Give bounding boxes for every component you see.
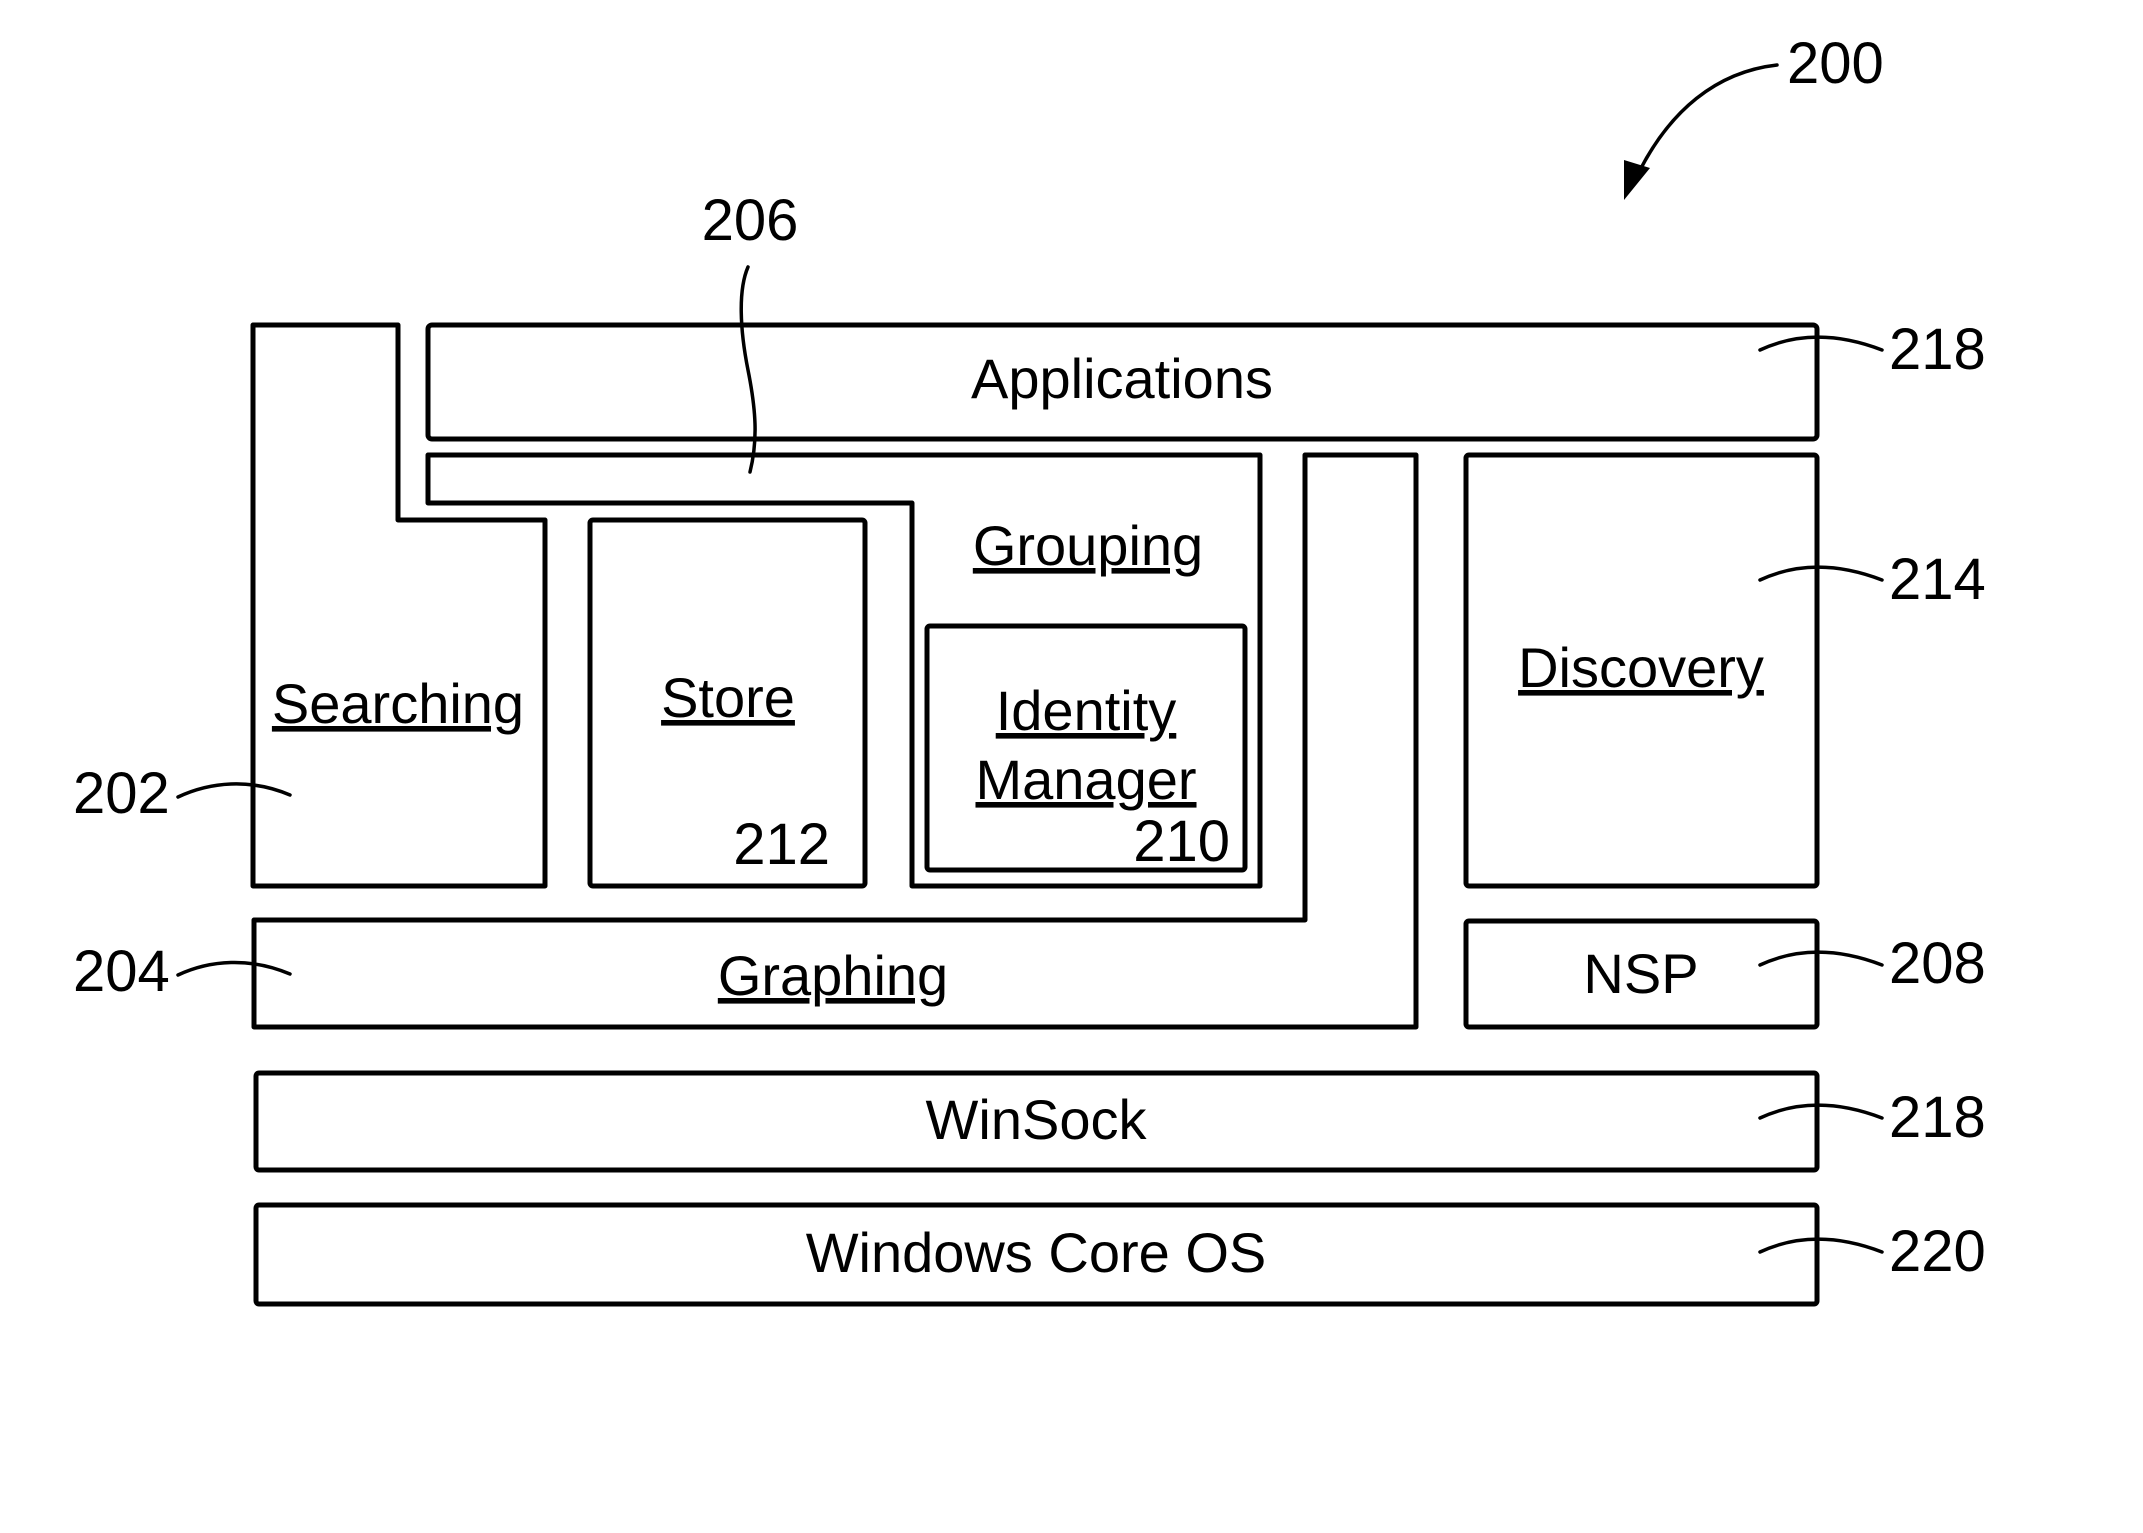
arrowhead-icon bbox=[1624, 160, 1650, 200]
winsock-label: WinSock bbox=[926, 1088, 1148, 1151]
identity-manager-component[interactable]: Identity Manager 210 bbox=[924, 623, 1248, 874]
discovery-component[interactable]: Discovery 214 bbox=[1463, 452, 1986, 889]
identity-manager-label-line1: Identity bbox=[996, 679, 1177, 742]
nsp-ref: 208 bbox=[1889, 931, 1986, 996]
applications-leader-line bbox=[1758, 335, 1884, 352]
nsp-leader-line bbox=[1758, 950, 1884, 967]
grouping-bar-ref: 206 bbox=[702, 188, 799, 253]
nsp-component[interactable]: NSP 208 bbox=[1463, 918, 1986, 1030]
graphing-component[interactable]: Graphing 204 bbox=[73, 452, 1419, 1030]
windows-core-os-layer[interactable]: Windows Core OS 220 bbox=[253, 1202, 1986, 1307]
discovery-ref: 214 bbox=[1889, 547, 1986, 612]
windows-core-os-ref: 220 bbox=[1889, 1219, 1986, 1284]
windows-core-os-leader-line bbox=[1758, 1237, 1884, 1254]
architecture-diagram: 200 Applications 218 Searching 202 Group… bbox=[73, 31, 1986, 1307]
figure-arrow-icon bbox=[1638, 63, 1779, 172]
discovery-leader-line bbox=[1758, 565, 1884, 582]
store-component[interactable]: Store 212 bbox=[587, 517, 868, 889]
nsp-label: NSP bbox=[1583, 942, 1698, 1005]
store-label: Store bbox=[661, 666, 795, 729]
winsock-leader-line bbox=[1758, 1103, 1884, 1120]
graphing-label: Graphing bbox=[718, 944, 948, 1007]
identity-manager-ref: 210 bbox=[1133, 809, 1230, 874]
store-ref: 212 bbox=[733, 812, 830, 877]
searching-ref: 202 bbox=[73, 761, 170, 826]
applications-ref: 218 bbox=[1889, 317, 1986, 382]
searching-component[interactable]: Searching 202 bbox=[73, 322, 548, 889]
searching-label: Searching bbox=[272, 672, 524, 735]
figure-ref-label: 200 bbox=[1787, 31, 1884, 96]
graphing-leader-line bbox=[176, 960, 292, 977]
grouping-label: Grouping bbox=[973, 514, 1203, 577]
figure-reference-200: 200 bbox=[1624, 31, 1884, 200]
applications-layer[interactable]: Applications 218 bbox=[425, 317, 1986, 442]
searching-leader-line bbox=[176, 782, 292, 799]
winsock-layer[interactable]: WinSock 218 bbox=[253, 1070, 1986, 1173]
graphing-box[interactable] bbox=[251, 452, 1419, 1030]
identity-manager-label-line2: Manager bbox=[975, 748, 1196, 811]
applications-label: Applications bbox=[971, 347, 1273, 410]
winsock-ref: 218 bbox=[1889, 1085, 1986, 1150]
graphing-ref: 204 bbox=[73, 939, 170, 1004]
discovery-label: Discovery bbox=[1518, 636, 1764, 699]
windows-core-os-label: Windows Core OS bbox=[806, 1221, 1267, 1284]
searching-box[interactable] bbox=[250, 322, 548, 889]
